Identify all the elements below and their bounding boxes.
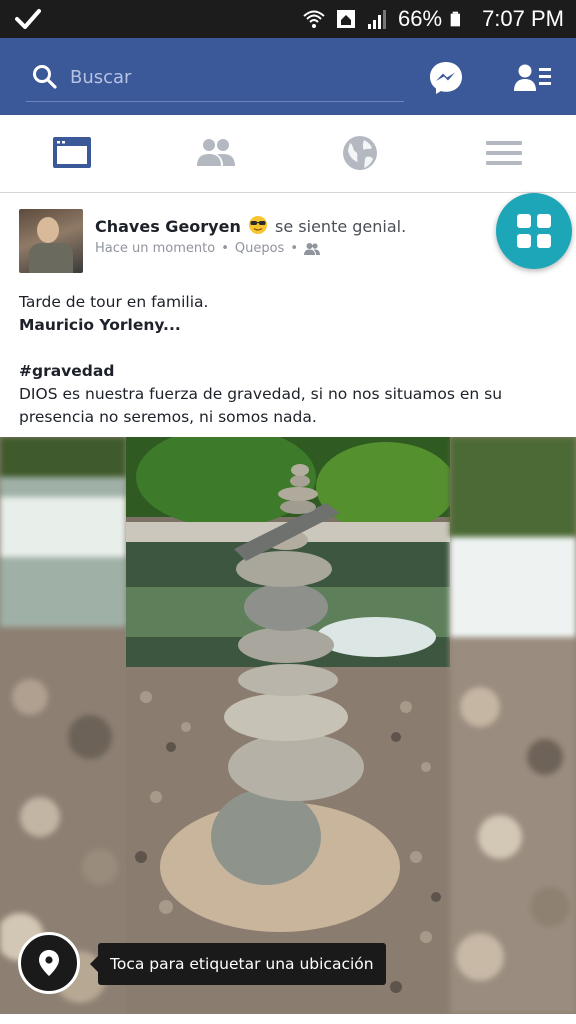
post-caption: Tarde de tour en familia. bbox=[19, 293, 209, 311]
tab-news-feed[interactable] bbox=[50, 133, 94, 173]
signal-icon bbox=[368, 10, 387, 29]
post-text: Tarde de tour en familia. Mauricio Yorle… bbox=[19, 291, 559, 429]
post-time: Hace un momento bbox=[95, 241, 216, 256]
photo-blur-right bbox=[450, 437, 576, 1014]
tab-friends[interactable] bbox=[194, 133, 238, 173]
tagged-people[interactable]: Mauricio Yorleny... bbox=[19, 314, 559, 337]
location-pin-button[interactable] bbox=[18, 932, 80, 994]
wifi-icon bbox=[303, 10, 325, 28]
photo-blur-left bbox=[0, 437, 126, 1014]
feeling-text: se siente genial. bbox=[275, 217, 407, 236]
messenger-icon[interactable] bbox=[428, 60, 464, 96]
post-photo[interactable] bbox=[0, 437, 576, 1014]
apps-fab-button[interactable] bbox=[496, 193, 572, 269]
audience-friends-icon[interactable] bbox=[304, 242, 320, 256]
battery-icon bbox=[450, 11, 461, 27]
meta-separator: • bbox=[221, 241, 229, 256]
location-tooltip[interactable]: Toca para etiquetar una ubicación bbox=[90, 943, 386, 985]
home-network-icon bbox=[337, 10, 356, 28]
sunglasses-emoji-icon bbox=[248, 216, 267, 234]
status-bar: 66% 7:07 PM bbox=[0, 0, 576, 38]
post-meta: Hace un momento • Quepos • bbox=[95, 241, 320, 256]
battery-percent: 66% bbox=[398, 6, 443, 31]
search-bar[interactable] bbox=[26, 52, 404, 102]
author-name[interactable]: Chaves Georyen bbox=[95, 217, 241, 236]
friend-requests-icon[interactable] bbox=[514, 63, 552, 93]
top-app-bar bbox=[0, 38, 576, 115]
check-icon bbox=[15, 9, 41, 29]
meta-separator: • bbox=[290, 241, 298, 256]
avatar[interactable] bbox=[19, 209, 83, 273]
tab-bar bbox=[0, 115, 576, 193]
tab-menu[interactable] bbox=[482, 133, 526, 173]
location-pin-icon bbox=[39, 950, 59, 976]
hashtag-link[interactable]: #gravedad bbox=[19, 360, 559, 383]
tab-globe[interactable] bbox=[338, 133, 382, 173]
clock: 7:07 PM bbox=[482, 6, 564, 31]
post-location[interactable]: Quepos bbox=[235, 241, 284, 256]
post-body: DIOS es nuestra fuerza de gravedad, si n… bbox=[19, 385, 503, 426]
post-author-line: Chaves Georyen se siente genial. bbox=[95, 215, 406, 236]
stacked-stones-photo bbox=[126, 437, 450, 1014]
search-icon[interactable] bbox=[32, 64, 58, 90]
search-input[interactable] bbox=[70, 60, 390, 94]
